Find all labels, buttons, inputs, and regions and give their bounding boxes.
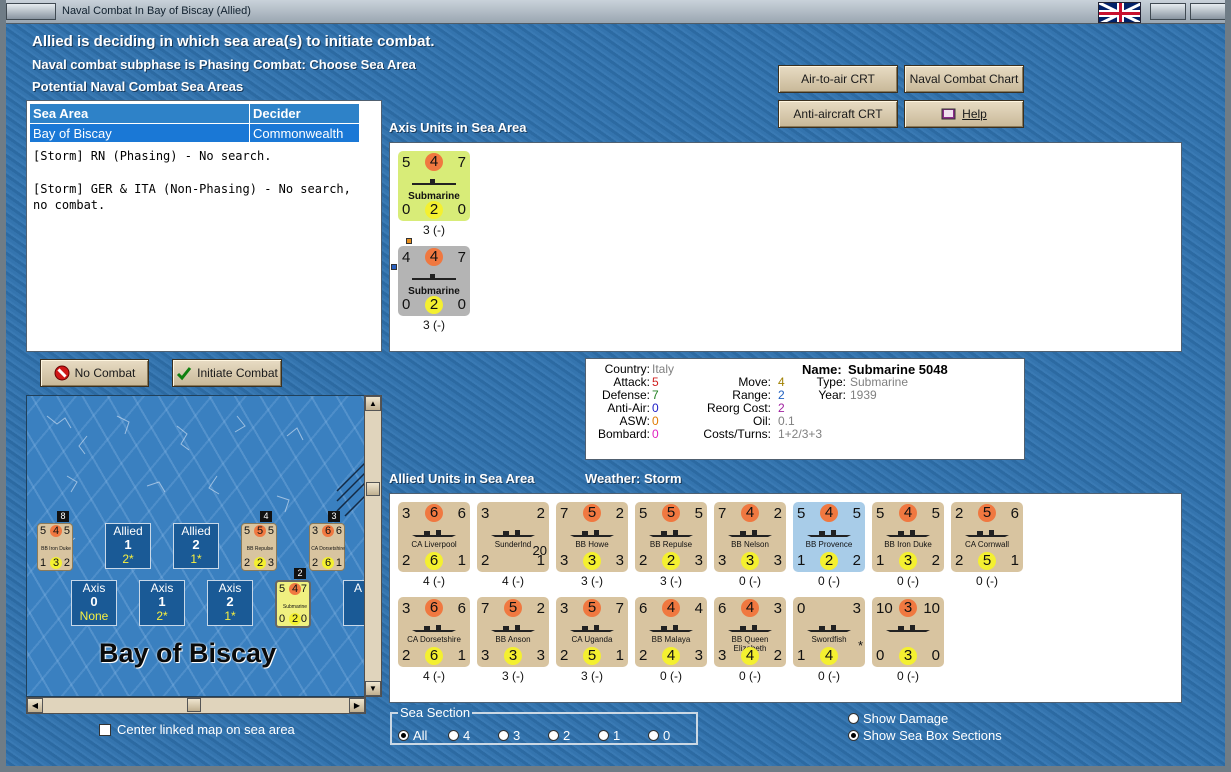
uk-flag-icon — [1098, 2, 1141, 23]
window-frame — [0, 0, 1231, 772]
